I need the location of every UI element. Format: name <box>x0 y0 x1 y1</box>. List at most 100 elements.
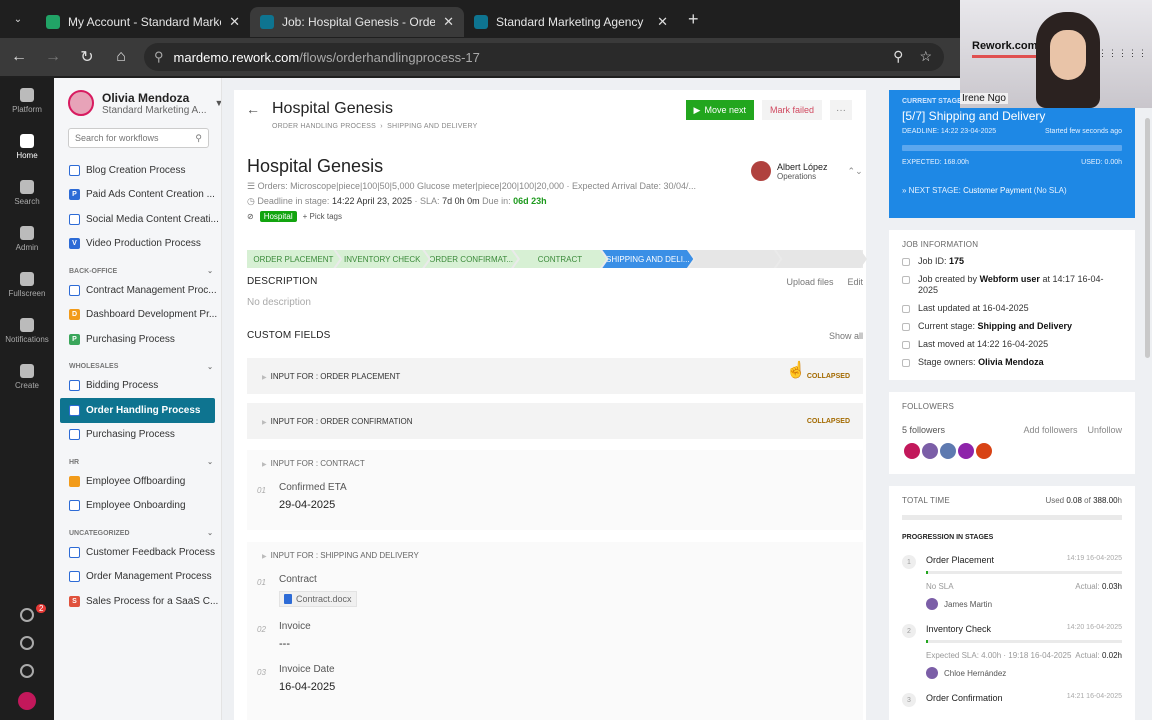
chevron-down-icon: ⌄ <box>207 363 213 371</box>
site-info-icon[interactable]: ⚲ <box>154 49 164 65</box>
presenter-name: Irene Ngo <box>960 93 1008 104</box>
browser-tab-job[interactable]: Job: Hospital Genesis - Order H ✕ <box>250 7 464 37</box>
stage-step[interactable]: ORDER CONFIRMAT... <box>424 250 518 268</box>
move-next-button[interactable]: ▶ Move next <box>685 100 754 120</box>
sidebar-item[interactable]: Purchasing Process <box>54 423 221 448</box>
stage-step[interactable] <box>689 250 781 268</box>
sidebar-item[interactable]: Blog Creation Process <box>54 158 221 183</box>
stage-step[interactable]: INVENTORY CHECK <box>335 250 429 268</box>
edit-description-link[interactable]: Edit <box>847 277 863 287</box>
breadcrumb-stage[interactable]: SHIPPING AND DELIVERY <box>387 123 477 130</box>
section-order-placement[interactable]: ▶ INPUT FOR : ORDER PLACEMENT COLLAPSED <box>247 358 863 394</box>
account-switcher[interactable]: Olivia Mendoza Standard Marketing A... ▼ <box>54 78 221 122</box>
user-icon <box>902 276 910 284</box>
stage-number: 3 <box>902 693 916 707</box>
rail-admin[interactable]: Admin <box>0 216 54 262</box>
sidebar-item[interactable]: S Sales Process for a SaaS C... <box>54 589 221 614</box>
platform-icon <box>20 88 34 102</box>
breadcrumb-process[interactable]: ORDER HANDLING PROCESS <box>272 123 376 130</box>
assignee-role: Operations <box>777 171 817 181</box>
sidebar-group-header[interactable]: WHOLESALES ⌄ <box>54 352 221 374</box>
sidebar-item[interactable]: Employee Onboarding <box>54 494 221 519</box>
mark-failed-button[interactable]: Mark failed <box>761 100 822 120</box>
show-all-link[interactable]: Show all <box>829 331 863 341</box>
rail-home[interactable]: Home <box>0 124 54 170</box>
workflow-icon <box>69 546 80 558</box>
clock-icon <box>902 305 910 313</box>
add-followers-link[interactable]: Add followers <box>1023 425 1077 435</box>
more-actions-button[interactable]: ··· <box>830 100 852 120</box>
rail-fullscreen[interactable]: Fullscreen <box>0 262 54 308</box>
followers-count: 5 followers <box>902 425 946 435</box>
stage-step[interactable]: ORDER PLACEMENT <box>247 250 340 268</box>
tab-close-icon[interactable]: ✕ <box>229 14 240 30</box>
sidebar-item[interactable]: P Paid Ads Content Creation ... <box>54 183 221 208</box>
url-field[interactable]: ⚲ mardemo.rework.com/flows/orderhandling… <box>144 43 944 71</box>
follower-avatar[interactable] <box>938 441 958 461</box>
rail-platform[interactable]: Platform <box>0 78 54 124</box>
assignee-selector[interactable]: Albert López Operations ⌃⌄ <box>751 161 863 181</box>
user-avatar[interactable] <box>18 692 36 710</box>
tab-search-icon[interactable]: ⌄ <box>0 0 36 38</box>
forward-arrow-icon[interactable]: → <box>42 48 64 66</box>
workflow-icon <box>69 284 80 296</box>
sidebar-item[interactable]: P Purchasing Process <box>54 327 221 352</box>
moon-icon[interactable] <box>20 636 34 650</box>
bell-icon <box>20 318 34 332</box>
zoom-icon[interactable]: ⚲ <box>893 48 903 65</box>
upload-files-link[interactable]: Upload files <box>786 277 833 287</box>
follower-avatar[interactable] <box>956 441 976 461</box>
rail-notifications[interactable]: Notifications <box>0 308 54 354</box>
sidebar-group-header[interactable]: HR ⌄ <box>54 447 221 469</box>
contract-file-chip[interactable]: Contract.docx <box>279 591 357 607</box>
sidebar-item[interactable]: Contract Management Proc... <box>54 278 221 303</box>
triangle-icon: ▶ <box>262 419 267 426</box>
sidebar-group-header[interactable]: UNCATEGORIZED ⌄ <box>54 518 221 540</box>
triangle-icon: ▶ <box>262 553 267 560</box>
reload-icon[interactable]: ↻ <box>76 47 98 67</box>
stage-step[interactable]: SHIPPING AND DELI... <box>602 250 694 268</box>
workflow-search-input[interactable]: Search for workflows ⚲ <box>68 128 209 148</box>
list-icon: ☰ <box>247 181 258 191</box>
back-arrow-icon[interactable]: ← <box>8 48 30 66</box>
stage-progression-list: 1 Order Placement 14:19 16-04-2025 No SLA Ac… <box>902 555 1122 707</box>
rail-create[interactable]: Create <box>0 354 54 400</box>
sidebar-item[interactable]: D Dashboard Development Pr... <box>54 303 221 328</box>
unfollow-link[interactable]: Unfollow <box>1087 425 1122 435</box>
tag-hospital[interactable]: Hospital <box>259 211 297 222</box>
bookmark-icon <box>902 359 910 367</box>
home-icon[interactable]: ⌂ <box>110 48 132 66</box>
stage-step[interactable] <box>776 250 867 268</box>
section-order-confirmation[interactable]: ▶ INPUT FOR : ORDER CONFIRMATION COLLAPSED <box>247 403 863 439</box>
browser-tab-agency[interactable]: Standard Marketing Agency ✕ <box>464 7 678 37</box>
new-tab-icon[interactable]: + <box>678 9 709 30</box>
sidebar-item[interactable]: Order Handling Process <box>60 398 215 423</box>
scrollbar[interactable] <box>1145 118 1150 358</box>
back-arrow-icon[interactable]: ← <box>246 101 260 117</box>
bookmark-star-icon[interactable]: ☆ <box>919 48 932 65</box>
sidebar-item[interactable]: Social Media Content Creati... <box>54 207 221 232</box>
tasks-check-icon[interactable]: 2 <box>20 604 47 622</box>
rail-search[interactable]: Search <box>0 170 54 216</box>
sidebar-item[interactable]: Bidding Process <box>54 374 221 399</box>
follower-avatar[interactable] <box>920 441 940 461</box>
stage-name: Order Confirmation <box>926 693 1003 703</box>
sidebar-item[interactable]: Employee Offboarding <box>54 469 221 494</box>
logout-icon[interactable] <box>20 664 34 678</box>
pick-tags-button[interactable]: + Pick tags <box>303 212 342 221</box>
browser-tab-my-account[interactable]: My Account - Standard Marketi ✕ <box>36 7 250 37</box>
sidebar-item[interactable]: Order Management Process <box>54 565 221 590</box>
sidebar-item[interactable]: Customer Feedback Process <box>54 540 221 565</box>
stage-step[interactable]: CONTRACT <box>513 250 607 268</box>
tab-close-icon[interactable]: ✕ <box>443 14 454 30</box>
tab-close-icon[interactable]: ✕ <box>657 14 668 30</box>
tasks-badge: 2 <box>36 604 47 613</box>
info-owners: Stage owners: Olivia Mendoza <box>902 357 1122 368</box>
app-rail: Platform Home Search Admin Fullscreen No… <box>0 78 54 720</box>
tag-icon: ⊘ <box>247 212 254 221</box>
right-panel: CURRENT STAGE [5/7] Shipping and Deliver… <box>877 78 1152 720</box>
sidebar-group-header[interactable]: BACK-OFFICE ⌄ <box>54 256 221 278</box>
follower-avatar[interactable] <box>974 441 994 461</box>
follower-avatar[interactable] <box>902 441 922 461</box>
sidebar-item[interactable]: V Video Production Process <box>54 232 221 257</box>
